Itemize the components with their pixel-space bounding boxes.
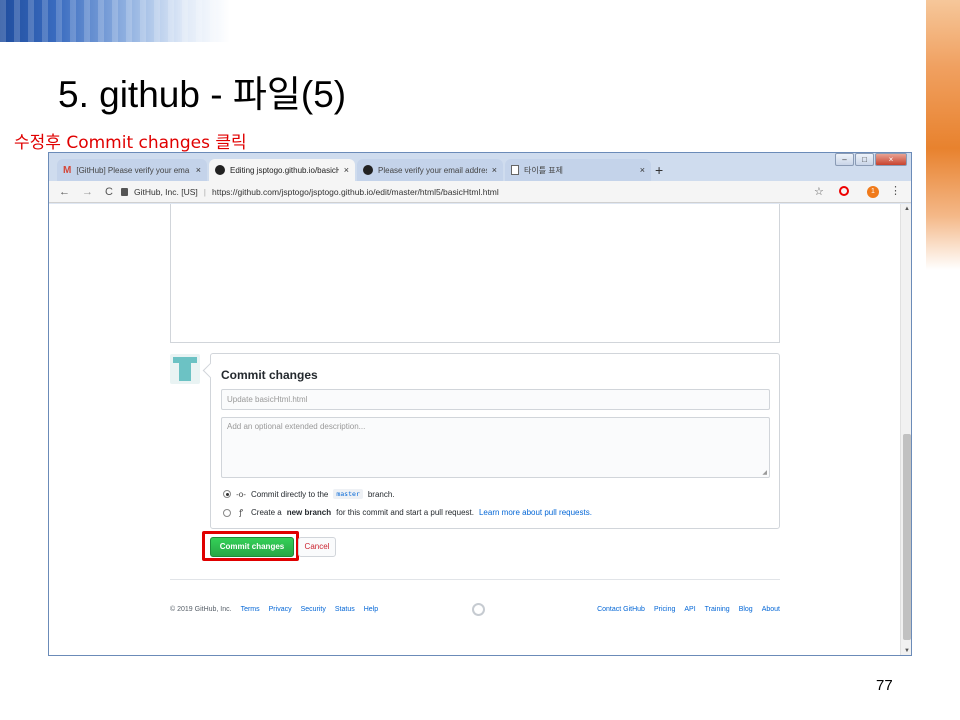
scroll-up-icon[interactable]: ▲ xyxy=(904,206,910,212)
slide-decoration-right xyxy=(926,0,960,270)
minimize-button[interactable]: – xyxy=(835,153,854,166)
footer-link-terms[interactable]: Terms xyxy=(241,606,260,613)
tab-gmail[interactable]: M [GitHub] Please verify your ema × xyxy=(57,159,207,181)
back-button[interactable]: ← xyxy=(59,186,70,198)
commit-description-input[interactable]: Add an optional extended description... … xyxy=(221,417,770,478)
commit-new-branch-option[interactable]: ꝭ Create a new branch for this commit an… xyxy=(223,507,592,518)
tab-label: 타이틀 표제 xyxy=(524,165,564,175)
git-commit-icon: -o- xyxy=(236,489,246,499)
footer-link-status[interactable]: Status xyxy=(335,606,355,613)
footer-link-security[interactable]: Security xyxy=(301,606,326,613)
tab-label: Editing jsptogo.github.io/basicH xyxy=(230,165,339,175)
commit-changes-button[interactable]: Commit changes xyxy=(210,537,294,557)
browser-window: M [GitHub] Please verify your ema × Edit… xyxy=(48,152,912,656)
radio-commit-direct[interactable] xyxy=(223,490,231,498)
footer-link-contact[interactable]: Contact GitHub xyxy=(597,606,645,613)
commit-summary-input[interactable]: Update basicHtml.html xyxy=(221,389,770,410)
footer-left-links: © 2019 GitHub, Inc. Terms Privacy Securi… xyxy=(170,606,378,613)
document-icon xyxy=(511,165,519,175)
window-controls: – □ × xyxy=(835,153,907,166)
slide-decoration-top xyxy=(0,0,230,42)
close-icon[interactable]: × xyxy=(344,165,349,175)
address-bar[interactable]: GitHub, Inc. [US] | https://github.com/j… xyxy=(121,183,761,201)
footer-right-links: Contact GitHub Pricing API Training Blog… xyxy=(597,606,780,613)
option-direct-prefix: Commit directly to the xyxy=(251,489,329,499)
page-viewport: Commit changes Update basicHtml.html Add… xyxy=(49,204,900,655)
resize-grip-icon[interactable]: ◢ xyxy=(762,469,767,476)
new-tab-button[interactable]: + xyxy=(655,162,663,178)
close-icon[interactable]: × xyxy=(196,165,201,175)
footer-link-api[interactable]: API xyxy=(684,606,695,613)
close-icon[interactable]: × xyxy=(492,165,497,175)
github-logo-icon[interactable] xyxy=(472,603,485,616)
browser-toolbar: ← → C GitHub, Inc. [US] | https://github… xyxy=(49,181,911,203)
footer-link-help[interactable]: Help xyxy=(364,606,378,613)
option-new-prefix: Create a xyxy=(251,508,282,517)
tab-strip: M [GitHub] Please verify your ema × Edit… xyxy=(49,153,911,181)
footer-link-pricing[interactable]: Pricing xyxy=(654,606,675,613)
avatar xyxy=(170,354,200,384)
learn-more-link[interactable]: Learn more about pull requests. xyxy=(479,508,592,517)
option-new-bold: new branch xyxy=(286,508,332,517)
tab-verify-email[interactable]: Please verify your email address × xyxy=(357,159,503,181)
radio-new-branch[interactable] xyxy=(223,508,231,517)
site-identity: GitHub, Inc. [US] xyxy=(134,187,198,197)
opera-icon[interactable] xyxy=(839,186,849,196)
footer-link-blog[interactable]: Blog xyxy=(739,606,753,613)
option-direct-suffix: branch. xyxy=(367,489,395,499)
separator: | xyxy=(203,187,206,197)
maximize-button[interactable]: □ xyxy=(855,153,874,166)
footer-link-about[interactable]: About xyxy=(762,606,780,613)
slide-instruction-note: 수정후 Commit changes 클릭 xyxy=(14,133,247,153)
pull-request-icon: ꝭ xyxy=(239,508,243,517)
tab-label: Please verify your email address xyxy=(378,165,487,175)
url-text: https://github.com/jsptogo/jsptogo.githu… xyxy=(212,187,499,197)
scroll-down-icon[interactable]: ▼ xyxy=(904,648,910,654)
file-editor[interactable] xyxy=(170,204,780,343)
option-new-middle: for this commit and start a pull request… xyxy=(336,508,474,517)
lock-icon xyxy=(121,188,128,196)
commit-direct-option[interactable]: -o- Commit directly to the master branch… xyxy=(223,489,395,499)
description-placeholder: Add an optional extended description... xyxy=(227,422,366,431)
forward-button[interactable]: → xyxy=(82,186,93,198)
commit-form: Commit changes Update basicHtml.html Add… xyxy=(210,353,780,529)
reload-button[interactable]: C xyxy=(105,186,113,198)
vertical-scrollbar[interactable]: ▲ ▼ xyxy=(900,204,911,655)
bookmark-star-icon[interactable]: ☆ xyxy=(814,185,824,198)
branch-name-tag: master xyxy=(333,489,363,499)
footer-divider xyxy=(170,579,780,580)
scrollbar-thumb[interactable] xyxy=(903,434,911,640)
commit-heading: Commit changes xyxy=(221,368,318,382)
more-menu-icon[interactable]: ⋮ xyxy=(890,184,901,197)
profile-icon[interactable]: 1 xyxy=(867,186,879,198)
gmail-icon: M xyxy=(63,164,72,176)
tab-editing[interactable]: Editing jsptogo.github.io/basicH × xyxy=(209,159,355,181)
footer-link-privacy[interactable]: Privacy xyxy=(269,606,292,613)
tab-label: [GitHub] Please verify your ema xyxy=(76,165,190,175)
close-icon[interactable]: × xyxy=(640,165,645,175)
footer-link-training[interactable]: Training xyxy=(705,606,730,613)
github-icon xyxy=(363,165,373,175)
slide-title: 5. github - 파일(5) xyxy=(58,74,347,115)
slide-page-number: 77 xyxy=(876,677,893,694)
cancel-button[interactable]: Cancel xyxy=(298,537,336,557)
window-close-button[interactable]: × xyxy=(875,153,907,166)
github-icon xyxy=(215,165,225,175)
tab-title[interactable]: 타이틀 표제 × xyxy=(505,159,651,181)
copyright: © 2019 GitHub, Inc. xyxy=(170,606,232,613)
